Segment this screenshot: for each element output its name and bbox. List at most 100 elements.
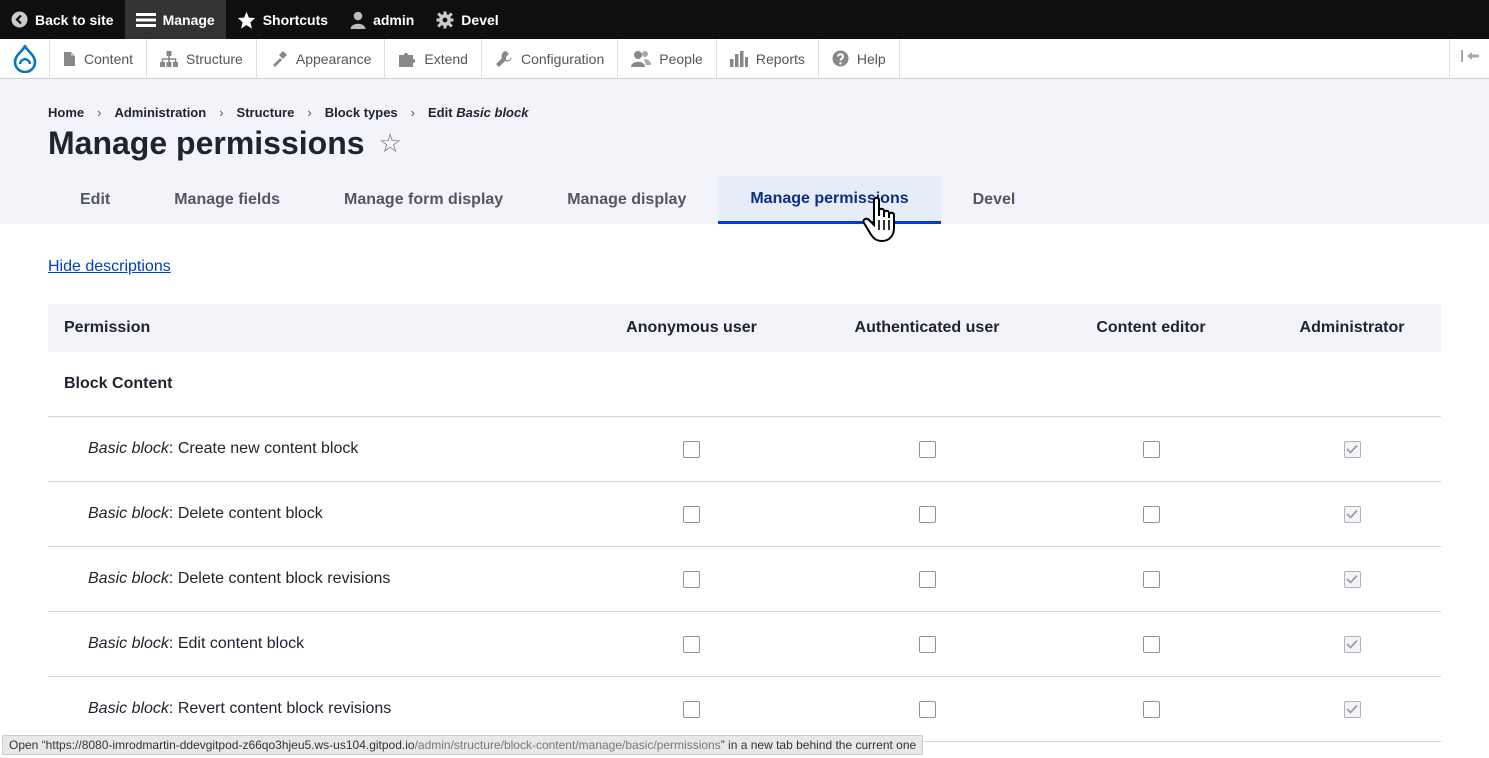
page-header: Home › Administration › Structure › Bloc… xyxy=(0,79,1489,224)
gear-icon xyxy=(436,11,454,29)
tab-devel[interactable]: Devel xyxy=(941,176,1048,224)
status-url-prefix: Open “https://8080-imrodmartin-ddevgitpo… xyxy=(9,738,415,752)
checkbox-administrator xyxy=(1343,635,1361,653)
tab-manage-form-display[interactable]: Manage form display xyxy=(312,176,535,224)
user-icon xyxy=(350,11,366,29)
checkbox-cell xyxy=(1263,505,1441,523)
breadcrumb-separator-icon: › xyxy=(307,105,312,120)
admin-toolbar: Back to site Manage Shortcuts admin Deve… xyxy=(0,0,1489,39)
permission-text: : Create new content block xyxy=(168,440,359,457)
menu-item-people[interactable]: People xyxy=(618,39,717,78)
checkbox-cell xyxy=(1263,440,1441,458)
header-authenticated-user: Authenticated user xyxy=(854,319,1000,336)
checkbox-anonymous[interactable] xyxy=(683,635,700,653)
checkbox-cell xyxy=(1039,635,1263,653)
wrench-icon xyxy=(495,50,513,68)
permission-name: Basic block: Delete content block xyxy=(48,505,568,523)
permission-text: : Revert content block revisions xyxy=(168,700,392,717)
page-title-text: Manage permissions xyxy=(48,125,365,161)
checkbox-cell xyxy=(815,440,1039,458)
back-to-site-link[interactable]: Back to site xyxy=(0,0,125,39)
menu-item-extend[interactable]: Extend xyxy=(385,39,482,78)
permissions-table: Permission Anonymous user Authenticated … xyxy=(48,304,1441,742)
menu-item-label: Content xyxy=(84,50,134,67)
menu-item-structure[interactable]: Structure xyxy=(147,39,257,78)
breadcrumb-edit-basic-block[interactable]: Edit Basic block xyxy=(428,105,528,120)
breadcrumb-block-types[interactable]: Block types xyxy=(325,105,398,120)
menu-item-configuration[interactable]: Configuration xyxy=(482,39,619,78)
permission-name: Basic block: Revert content block revisi… xyxy=(48,700,568,718)
header-permission: Permission xyxy=(64,319,151,336)
breadcrumb-administration[interactable]: Administration xyxy=(114,105,206,120)
back-to-site-label: Back to site xyxy=(35,11,114,28)
header-administrator: Administrator xyxy=(1299,319,1405,336)
menu-item-content[interactable]: Content xyxy=(50,39,148,78)
checkbox-cell xyxy=(568,505,815,523)
breadcrumb-separator-icon: › xyxy=(97,105,102,120)
checkbox-cell xyxy=(1263,635,1441,653)
checkbox-content-editor[interactable] xyxy=(1142,635,1160,653)
toggle-orientation-button[interactable] xyxy=(1449,39,1489,78)
checkbox-cell xyxy=(815,505,1039,523)
sitemap-icon xyxy=(160,50,179,67)
puzzle-icon xyxy=(398,51,416,67)
permission-bundle: Basic block xyxy=(88,570,169,587)
checkbox-authenticated[interactable] xyxy=(918,700,936,718)
hide-descriptions-link[interactable]: Hide descriptions xyxy=(48,258,171,276)
tab-manage-fields[interactable]: Manage fields xyxy=(142,176,312,224)
menu-item-reports[interactable]: Reports xyxy=(717,39,819,78)
module-group-row: Block Content xyxy=(48,352,1441,417)
tab-edit[interactable]: Edit xyxy=(48,176,142,224)
file-icon xyxy=(63,51,76,67)
permission-bundle: Basic block xyxy=(88,440,169,457)
checkbox-cell xyxy=(1263,570,1441,588)
menu-item-appearance[interactable]: Appearance xyxy=(257,39,386,78)
checkbox-authenticated[interactable] xyxy=(918,635,936,653)
devel-tab[interactable]: Devel xyxy=(425,0,509,39)
bar-chart-icon xyxy=(729,50,748,67)
checkbox-content-editor[interactable] xyxy=(1142,505,1160,523)
checkbox-authenticated[interactable] xyxy=(918,570,936,588)
permission-name: Basic block: Create new content block xyxy=(48,440,568,458)
checkmark-icon xyxy=(1346,444,1358,454)
permission-bundle: Basic block xyxy=(88,700,169,717)
page-title: Manage permissions ☆ xyxy=(48,125,402,162)
breadcrumb-structure[interactable]: Structure xyxy=(237,105,295,120)
user-label: admin xyxy=(373,11,415,28)
paintbrush-icon xyxy=(270,50,288,68)
tab-manage-permissions[interactable]: Manage permissions xyxy=(718,176,941,224)
table-row: Basic block: Delete content block revisi… xyxy=(48,547,1441,612)
checkbox-content-editor[interactable] xyxy=(1142,700,1160,718)
browser-status-bar: Open “https://8080-imrodmartin-ddevgitpo… xyxy=(2,735,924,755)
table-row: Basic block: Revert content block revisi… xyxy=(48,677,1441,742)
checkbox-anonymous[interactable] xyxy=(683,570,700,588)
shortcuts-tab[interactable]: Shortcuts xyxy=(226,0,339,39)
checkbox-administrator xyxy=(1343,505,1361,523)
checkmark-icon xyxy=(1346,509,1358,519)
star-icon xyxy=(237,11,256,29)
tab-manage-display[interactable]: Manage display xyxy=(535,176,718,224)
menu-item-label: Structure xyxy=(186,50,243,67)
checkbox-authenticated[interactable] xyxy=(918,505,936,523)
checkbox-content-editor[interactable] xyxy=(1142,440,1160,458)
checkbox-content-editor[interactable] xyxy=(1142,570,1160,588)
menu-item-label: Configuration xyxy=(520,50,605,67)
menu-item-help[interactable]: Help xyxy=(819,39,900,78)
checkmark-icon xyxy=(1346,639,1358,649)
status-url-path: /admin/structure/block-content/manage/ba… xyxy=(414,738,721,752)
menu-item-label: Appearance xyxy=(295,50,372,67)
permission-bundle: Basic block xyxy=(88,505,169,522)
checkbox-cell xyxy=(815,635,1039,653)
checkbox-authenticated[interactable] xyxy=(918,440,936,458)
checkbox-anonymous[interactable] xyxy=(683,505,700,523)
header-anonymous-user: Anonymous user xyxy=(626,319,757,336)
admin-menu-tray: Content Structure Appearance Extend Conf… xyxy=(0,39,1489,79)
checkbox-anonymous[interactable] xyxy=(683,440,700,458)
checkbox-cell xyxy=(1039,440,1263,458)
manage-tab[interactable]: Manage xyxy=(124,0,226,39)
drupal-logo-icon[interactable] xyxy=(0,39,50,78)
breadcrumb-home[interactable]: Home xyxy=(48,105,84,120)
shortcut-star-icon[interactable]: ☆ xyxy=(379,128,402,159)
user-tab[interactable]: admin xyxy=(339,0,425,39)
checkbox-anonymous[interactable] xyxy=(683,700,700,718)
